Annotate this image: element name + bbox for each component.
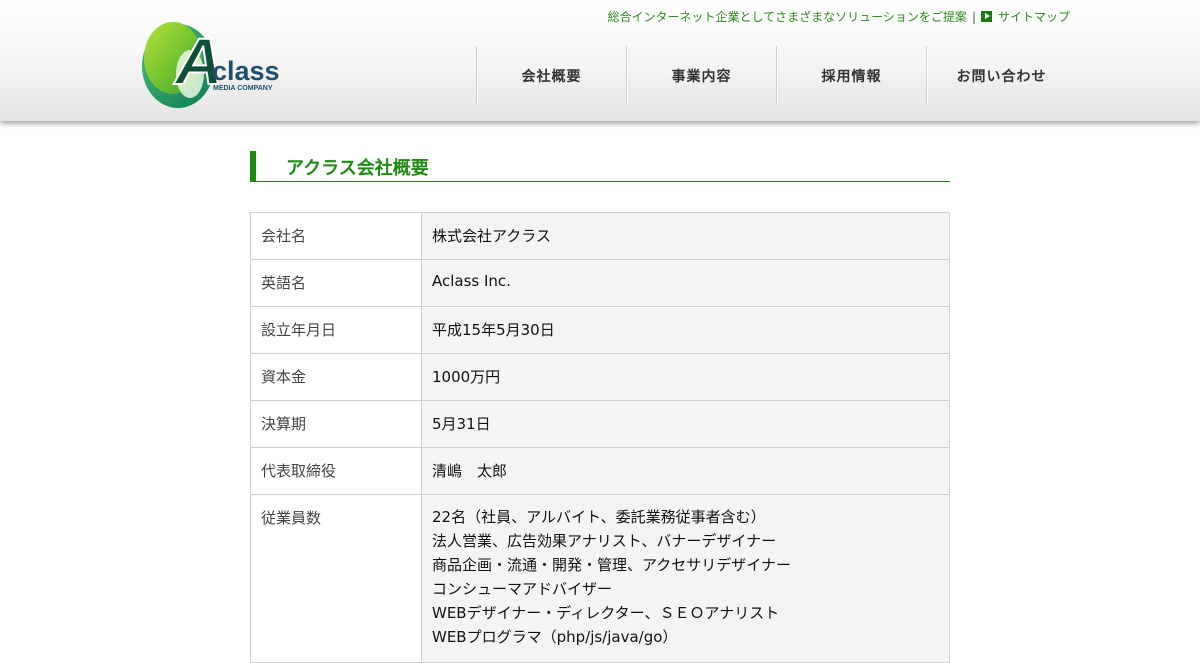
table-row: 設立年月日 平成15年5月30日 xyxy=(250,306,950,354)
nav-company-overview[interactable]: 会社概要 xyxy=(476,46,626,106)
play-icon xyxy=(980,11,992,22)
tagline-separator: | xyxy=(971,9,976,24)
sitemap-label: サイトマップ xyxy=(997,10,1070,24)
employees-line: 法人営業、広告効果アナリスト、バナーデザイナー xyxy=(432,532,777,550)
row-value-employees: 22名（社員、アルバイト、委託業務従事者含む） 法人営業、広告効果アナリスト、バ… xyxy=(421,494,950,663)
table-row: 資本金 1000万円 xyxy=(250,353,950,401)
row-value-capital: 1000万円 xyxy=(421,353,950,401)
row-value-established: 平成15年5月30日 xyxy=(421,306,950,354)
nav-contact[interactable]: お問い合わせ xyxy=(926,46,1076,106)
page-title: アクラス会社概要 xyxy=(286,158,429,179)
header-tagline-bar: 総合インターネット企業としてさまざまなソリューションをご提案 | サイトマップ xyxy=(608,8,1070,25)
row-value-representative: 清嶋 太郎 xyxy=(421,447,950,495)
row-label-capital: 資本金 xyxy=(250,353,422,401)
sitemap-link[interactable]: サイトマップ xyxy=(980,8,1070,25)
table-row: 決算期 5月31日 xyxy=(250,400,950,448)
row-value-company-name: 株式会社アクラス xyxy=(421,212,950,260)
row-value-fiscal-period: 5月31日 xyxy=(421,400,950,448)
logo-main-text: class xyxy=(212,56,280,86)
nav-business[interactable]: 事業内容 xyxy=(626,46,776,106)
main-content: アクラス会社概要 会社名 株式会社アクラス 英語名 Aclass Inc. 設立… xyxy=(250,151,950,663)
aclass-logo-icon[interactable]: A class MEDIA COMPANY xyxy=(140,14,290,112)
employees-line: 22名（社員、アルバイト、委託業務従事者含む） xyxy=(432,508,766,526)
table-row: 従業員数 22名（社員、アルバイト、委託業務従事者含む） 法人営業、広告効果アナ… xyxy=(250,494,950,663)
logo-sub-text: MEDIA COMPANY xyxy=(213,85,273,92)
site-header: A class MEDIA COMPANY 総合インターネット企業としてさまざま… xyxy=(0,0,1200,121)
company-info-table: 会社名 株式会社アクラス 英語名 Aclass Inc. 設立年月日 平成15年… xyxy=(250,212,950,663)
table-row: 代表取締役 清嶋 太郎 xyxy=(250,447,950,495)
table-row: 英語名 Aclass Inc. xyxy=(250,259,950,307)
employees-line: 商品企画・流通・開発・管理、アクセサリデザイナー xyxy=(432,556,791,574)
employees-line: WEBデザイナー・ディレクター、ＳＥＯアナリスト xyxy=(432,604,780,622)
row-label-employees: 従業員数 xyxy=(250,494,422,663)
row-value-english-name: Aclass Inc. xyxy=(421,259,950,307)
header-tagline: 総合インターネット企業としてさまざまなソリューションをご提案 xyxy=(607,10,967,24)
table-row: 会社名 株式会社アクラス xyxy=(250,212,950,260)
employees-line: WEBプログラマ（php/js/java/go） xyxy=(432,628,678,646)
row-label-english-name: 英語名 xyxy=(250,259,422,307)
nav-recruit[interactable]: 採用情報 xyxy=(776,46,926,106)
row-label-representative: 代表取締役 xyxy=(250,447,422,495)
row-label-fiscal-period: 決算期 xyxy=(250,400,422,448)
row-label-company-name: 会社名 xyxy=(250,212,422,260)
row-label-established: 設立年月日 xyxy=(250,306,422,354)
employees-line: コンシューマアドバイザー xyxy=(432,580,613,598)
global-nav: 会社概要 事業内容 採用情報 お問い合わせ xyxy=(476,46,1076,106)
section-title-bar: アクラス会社概要 xyxy=(250,151,950,182)
